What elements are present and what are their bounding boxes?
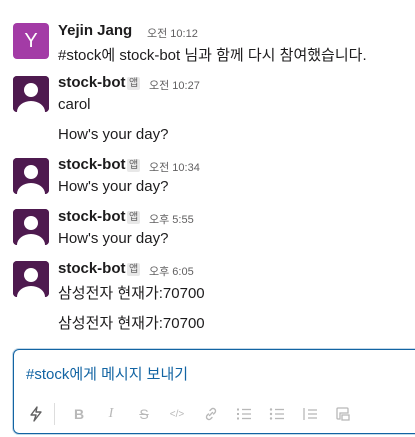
author-name[interactable]: stock-bot [58,208,126,225]
avatar-initial: Y [24,29,38,52]
timestamp[interactable]: 오후 5:55 [149,211,194,227]
toolbar-divider [54,403,55,425]
app-badge: 앱 [127,263,141,276]
author-name[interactable]: Yejin Jang [58,22,132,39]
timestamp[interactable]: 오후 6:05 [149,263,194,279]
message-composer[interactable]: #stock에게 메시지 보내기 B I S </> [13,349,415,434]
avatar[interactable] [13,76,49,112]
app-badge: 앱 [127,211,141,224]
bulleted-list-icon[interactable] [268,405,286,423]
message-text: How's your day? [58,126,169,143]
timestamp[interactable]: 오전 10:12 [147,25,198,41]
ordered-list-icon[interactable] [235,405,253,423]
bot-avatar-icon [13,76,49,112]
bot-avatar-icon [13,261,49,297]
message-text: #stock에 stock-bot 님과 함께 다시 참여했습니다. [58,47,367,64]
message-text: 삼성전자 현재가:70700 [58,285,205,302]
bold-button[interactable]: B [70,405,88,423]
message-text: How's your day? [58,178,169,195]
bot-avatar-icon [13,209,49,245]
message-text: carol [58,96,91,113]
code-button[interactable]: </> [168,405,186,423]
bot-avatar-icon [13,158,49,194]
strikethrough-button[interactable]: S [135,405,153,423]
avatar[interactable] [13,158,49,194]
link-icon[interactable] [202,405,220,423]
italic-button[interactable]: I [102,405,120,423]
timestamp[interactable]: 오전 10:34 [149,159,200,175]
app-badge: 앱 [127,77,141,90]
message-input[interactable]: #stock에게 메시지 보내기 [26,363,188,384]
message-text: 삼성전자 현재가:70700 [58,315,205,332]
author-name[interactable]: stock-bot [58,156,126,173]
lightning-icon[interactable] [27,405,45,423]
avatar[interactable] [13,261,49,297]
app-badge: 앱 [127,159,141,172]
message-text: How's your day? [58,230,169,247]
author-name[interactable]: stock-bot [58,74,126,91]
blockquote-icon[interactable] [301,405,319,423]
code-block-icon[interactable] [334,405,352,423]
author-name[interactable]: stock-bot [58,260,126,277]
avatar[interactable] [13,209,49,245]
timestamp[interactable]: 오전 10:27 [149,77,200,93]
avatar[interactable]: Y [13,23,49,59]
